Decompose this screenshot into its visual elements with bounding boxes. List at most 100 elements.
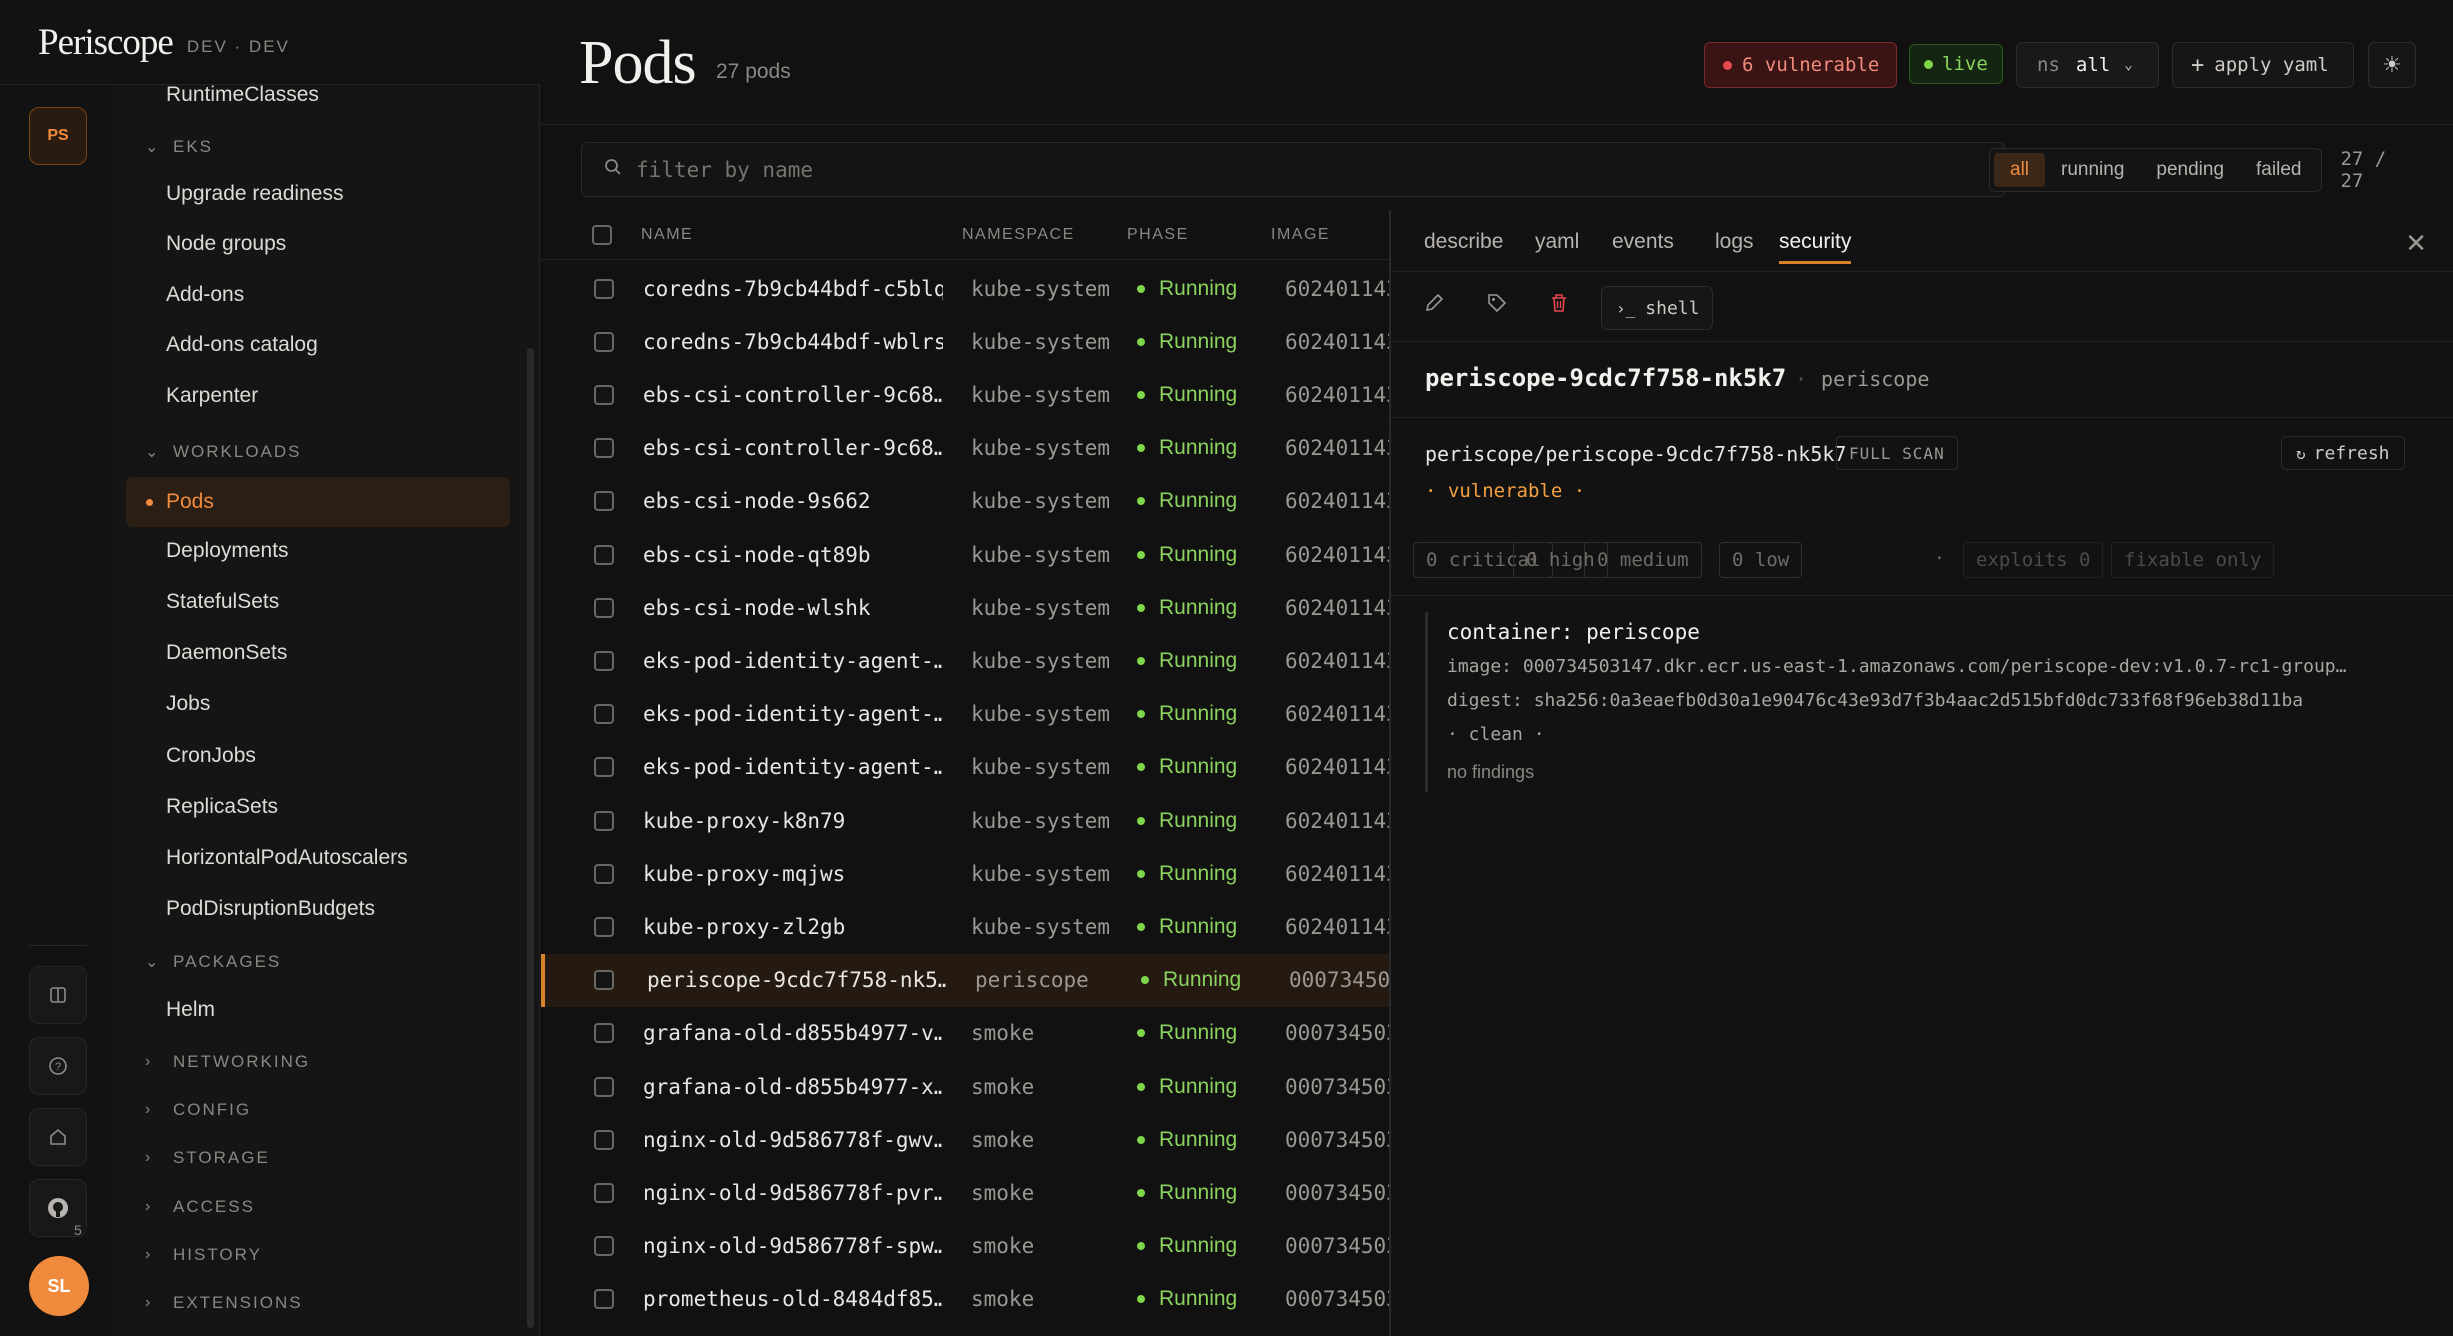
sidebar-group-eks[interactable]: ⌄ EKS bbox=[145, 137, 213, 157]
table-row[interactable]: ebs-csi-node-wlshk kube-system Running 6024… bbox=[541, 581, 1389, 634]
fixable-only-filter[interactable]: fixable only bbox=[2111, 542, 2275, 578]
sidebar-item-runtimeclasses[interactable]: RuntimeClasses bbox=[166, 83, 319, 107]
vulnerable-badge[interactable]: 6 vulnerable bbox=[1704, 42, 1897, 88]
apply-yaml-button[interactable]: + apply yaml bbox=[2172, 42, 2354, 88]
table-row[interactable]: nginx-old-9d586778f-spw… smoke Running 0007… bbox=[541, 1220, 1389, 1273]
help-icon[interactable]: ? bbox=[29, 1037, 87, 1095]
refresh-button[interactable]: ↻ refresh bbox=[2281, 436, 2405, 470]
sidebar-item-helm[interactable]: Helm bbox=[166, 998, 215, 1022]
sidebar-item-jobs[interactable]: Jobs bbox=[166, 692, 210, 716]
trash-icon[interactable] bbox=[1548, 292, 1570, 320]
sidebar-group-access[interactable]: › ACCESS bbox=[145, 1197, 255, 1217]
filter-pending[interactable]: pending bbox=[2140, 153, 2240, 187]
sidebar-group-history[interactable]: › HISTORY bbox=[145, 1245, 262, 1265]
row-checkbox[interactable] bbox=[594, 1076, 614, 1097]
sidebar-group-networking[interactable]: › NETWORKING bbox=[145, 1052, 310, 1072]
table-row[interactable]: prometheus-old-8484df85… smoke Running 0007… bbox=[541, 1273, 1389, 1326]
sidebar-item-add-ons-catalog[interactable]: Add-ons catalog bbox=[166, 333, 318, 357]
col-namespace[interactable]: NAMESPACE bbox=[962, 226, 1075, 244]
table-row[interactable]: nginx-old-9d586778f-pvr… smoke Running 0007… bbox=[541, 1166, 1389, 1219]
table-row[interactable]: kube-proxy-mqjws kube-system Running 602401… bbox=[541, 847, 1389, 900]
brand-logo[interactable]: Periscope bbox=[38, 21, 174, 64]
row-checkbox[interactable] bbox=[594, 1129, 614, 1150]
sidebar-item-statefulsets[interactable]: StatefulSets bbox=[166, 590, 279, 614]
row-checkbox[interactable] bbox=[594, 438, 614, 459]
col-name[interactable]: NAME bbox=[641, 226, 693, 244]
table-row[interactable]: eks-pod-identity-agent-… kube-system Runni… bbox=[541, 741, 1389, 794]
namespace-select[interactable]: ns all ⌄ bbox=[2016, 42, 2159, 88]
tab-describe[interactable]: describe bbox=[1424, 230, 1503, 254]
row-checkbox[interactable] bbox=[594, 704, 614, 725]
sidebar-item-daemonsets[interactable]: DaemonSets bbox=[166, 641, 287, 665]
row-checkbox[interactable] bbox=[594, 757, 614, 778]
severity-low[interactable]: 0 low bbox=[1719, 542, 1803, 578]
search-input[interactable]: filter by name bbox=[581, 142, 2005, 197]
col-phase[interactable]: PHASE bbox=[1127, 226, 1189, 244]
close-icon[interactable]: ✕ bbox=[2405, 228, 2427, 259]
workspace-button[interactable]: PS bbox=[29, 107, 87, 165]
row-checkbox[interactable] bbox=[594, 1236, 614, 1257]
sidebar-group-packages[interactable]: ⌄ PACKAGES bbox=[145, 952, 281, 972]
table-row[interactable]: eks-pod-identity-agent-… kube-system Runni… bbox=[541, 688, 1389, 741]
row-checkbox[interactable] bbox=[594, 1289, 614, 1310]
sidebar-group-storage[interactable]: › STORAGE bbox=[145, 1148, 270, 1168]
filter-running[interactable]: running bbox=[2045, 153, 2140, 187]
row-checkbox[interactable] bbox=[594, 384, 614, 405]
table-row[interactable]: coredns-7b9cb44bdf-c5blq kube-system Runni… bbox=[541, 262, 1389, 315]
live-badge[interactable]: live bbox=[1909, 44, 2003, 84]
row-checkbox[interactable] bbox=[594, 491, 614, 512]
table-row[interactable]: eks-pod-identity-agent-… kube-system Runni… bbox=[541, 634, 1389, 687]
row-checkbox[interactable] bbox=[594, 597, 614, 618]
theme-toggle[interactable]: ☀ bbox=[2368, 42, 2416, 88]
sidebar-scrollbar[interactable] bbox=[527, 348, 534, 1328]
sidebar-item-upgrade-readiness[interactable]: Upgrade readiness bbox=[166, 182, 343, 206]
row-checkbox[interactable] bbox=[594, 278, 614, 299]
sidebar-item-karpenter[interactable]: Karpenter bbox=[166, 384, 258, 408]
filter-all[interactable]: all bbox=[1994, 152, 2046, 187]
col-image[interactable]: IMAGE bbox=[1271, 226, 1330, 244]
sidebar-item-cronjobs[interactable]: CronJobs bbox=[166, 744, 256, 768]
tab-yaml[interactable]: yaml bbox=[1535, 230, 1579, 254]
tag-icon[interactable] bbox=[1486, 292, 1508, 320]
table-row[interactable]: coredns-7b9cb44bdf-wblrs kube-system Runni… bbox=[541, 315, 1389, 368]
row-checkbox[interactable] bbox=[594, 650, 614, 671]
avatar[interactable]: SL bbox=[29, 1256, 89, 1316]
docs-icon[interactable] bbox=[29, 966, 87, 1024]
exploits-filter[interactable]: exploits 0 bbox=[1963, 542, 2104, 578]
row-checkbox[interactable] bbox=[594, 1023, 614, 1044]
table-row[interactable]: ebs-csi-controller-9c68… kube-system Runni… bbox=[541, 422, 1389, 475]
sidebar-item-add-ons[interactable]: Add-ons bbox=[166, 283, 244, 307]
sidebar-item-node-groups[interactable]: Node groups bbox=[166, 232, 286, 256]
row-checkbox[interactable] bbox=[594, 331, 614, 352]
sidebar-group-workloads[interactable]: ⌄ WORKLOADS bbox=[145, 442, 302, 462]
row-checkbox[interactable] bbox=[594, 863, 614, 884]
filter-failed[interactable]: failed bbox=[2240, 153, 2317, 187]
row-checkbox[interactable] bbox=[594, 544, 614, 565]
tab-events[interactable]: events bbox=[1612, 230, 1674, 254]
sidebar-item-pdb[interactable]: PodDisruptionBudgets bbox=[166, 897, 375, 921]
table-row[interactable]: kube-proxy-k8n79 kube-system Running 602401… bbox=[541, 794, 1389, 847]
sidebar-item-deployments[interactable]: Deployments bbox=[166, 539, 289, 563]
shell-button[interactable]: ›_ shell bbox=[1601, 286, 1713, 330]
home-icon[interactable] bbox=[29, 1108, 87, 1166]
row-checkbox[interactable] bbox=[594, 1182, 614, 1203]
sidebar-item-replicasets[interactable]: ReplicaSets bbox=[166, 795, 278, 819]
table-row[interactable]: ebs-csi-node-qt89b kube-system Running 6024… bbox=[541, 528, 1389, 581]
table-row[interactable]: ebs-csi-controller-9c68… kube-system Runni… bbox=[541, 368, 1389, 421]
sidebar-item-hpa[interactable]: HorizontalPodAutoscalers bbox=[166, 846, 408, 870]
tab-logs[interactable]: logs bbox=[1715, 230, 1754, 254]
select-all-checkbox[interactable] bbox=[592, 224, 612, 245]
table-row[interactable]: grafana-old-d855b4977-v… smoke Running 0007… bbox=[541, 1007, 1389, 1060]
sidebar-group-extensions[interactable]: › EXTENSIONS bbox=[145, 1293, 303, 1313]
sidebar-item-pods[interactable]: Pods bbox=[126, 477, 510, 527]
table-row[interactable]: nginx-old-9d586778f-gwv… smoke Running 0007… bbox=[541, 1113, 1389, 1166]
severity-medium[interactable]: 0 medium bbox=[1584, 542, 1702, 578]
table-row[interactable]: kube-proxy-zl2gb kube-system Running 602401… bbox=[541, 900, 1389, 953]
row-checkbox[interactable] bbox=[594, 810, 614, 831]
tab-security[interactable]: security bbox=[1779, 230, 1852, 264]
table-row[interactable]: ebs-csi-node-9s662 kube-system Running 6024… bbox=[541, 475, 1389, 528]
table-row[interactable]: periscope-9cdc7f758-nk5… periscope Running… bbox=[541, 953, 1389, 1007]
table-row[interactable]: grafana-old-d855b4977-x… smoke Running 0007… bbox=[541, 1060, 1389, 1113]
row-checkbox[interactable] bbox=[594, 916, 614, 937]
edit-icon[interactable] bbox=[1423, 292, 1445, 320]
